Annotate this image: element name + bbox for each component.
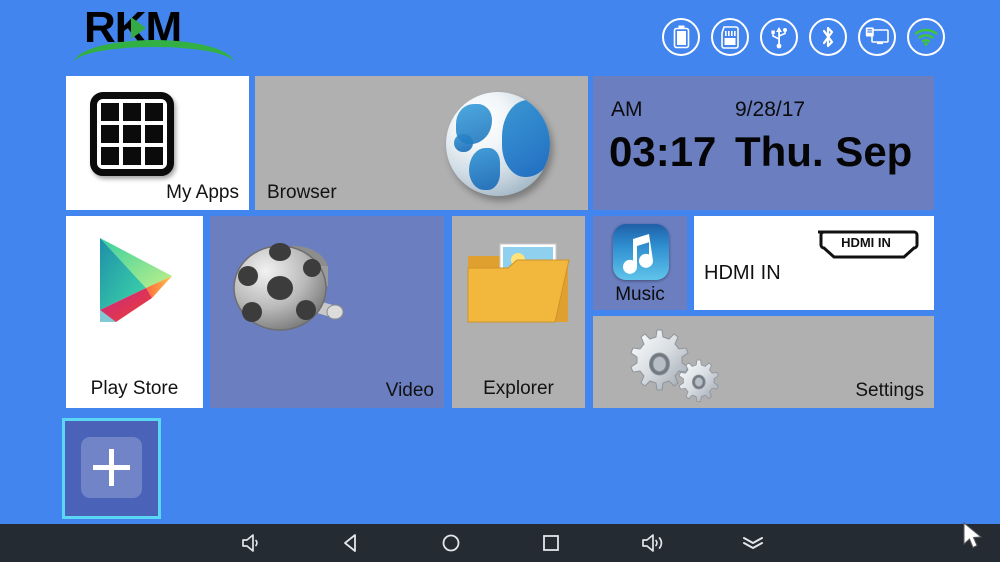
gears-icon <box>630 329 719 402</box>
sd-card-icon[interactable] <box>711 18 749 56</box>
tile-label-browser: Browser <box>267 182 337 203</box>
clock-day-month: Thu. Sep <box>735 128 913 175</box>
wifi-icon[interactable] <box>907 18 945 56</box>
launcher-screen: RKM My Apps Browser AM 9/28/17 03:17 Thu… <box>0 0 1000 562</box>
rkm-logo: RKM <box>74 6 234 62</box>
play-store-icon <box>100 238 172 322</box>
tile-play-store[interactable]: Play Store <box>66 216 203 408</box>
clock-meridiem: AM <box>611 98 643 121</box>
mouse-cursor <box>963 522 983 549</box>
hdmi-plug-icon: HDMI IN <box>812 228 920 262</box>
hdmi-plug-text: HDMI IN <box>841 235 891 250</box>
volume-up-icon[interactable] <box>630 524 676 562</box>
tile-label-my-apps: My Apps <box>166 182 239 203</box>
tile-label-play-store: Play Store <box>90 378 179 399</box>
hide-navbar-icon[interactable] <box>730 524 776 562</box>
ethernet-icon[interactable] <box>858 18 896 56</box>
tile-my-apps[interactable]: My Apps <box>66 76 249 210</box>
navigation-bar <box>0 524 1000 562</box>
clock-date: 9/28/17 <box>735 98 806 121</box>
tile-explorer[interactable]: Explorer <box>452 216 585 408</box>
clock-time: 03:17 <box>609 128 717 175</box>
bluetooth-icon[interactable] <box>809 18 847 56</box>
header-bar: RKM <box>0 0 1000 72</box>
usb-icon[interactable] <box>760 18 798 56</box>
battery-icon[interactable] <box>662 18 700 56</box>
plus-icon <box>81 437 142 498</box>
tile-label-explorer: Explorer <box>483 378 554 399</box>
tile-label-music: Music <box>615 284 665 305</box>
status-icon-tray <box>662 18 945 56</box>
tile-browser[interactable]: Browser <box>255 76 588 210</box>
home-icon[interactable] <box>428 524 474 562</box>
tile-clock[interactable]: AM 9/28/17 03:17 Thu. Sep <box>593 76 934 210</box>
tile-hdmi-in[interactable]: HDMI IN HDMI IN <box>694 216 934 310</box>
tile-settings[interactable]: Settings <box>593 316 934 408</box>
back-icon[interactable] <box>328 524 374 562</box>
tile-label-settings: Settings <box>855 380 924 401</box>
tile-label-video: Video <box>385 380 434 401</box>
volume-down-icon[interactable] <box>228 524 274 562</box>
logo-arc-accent <box>74 36 234 70</box>
add-shortcut-tile[interactable] <box>62 418 161 519</box>
folder-icon <box>467 243 570 323</box>
apps-grid-icon <box>90 92 174 176</box>
film-reel-icon <box>233 243 344 331</box>
tile-label-hdmi-in: HDMI IN <box>704 262 781 284</box>
tile-music[interactable]: Music <box>593 216 687 310</box>
music-note-icon <box>613 224 669 280</box>
tile-video[interactable]: Video <box>210 216 444 408</box>
recents-icon[interactable] <box>528 524 574 562</box>
globe-icon <box>446 92 550 196</box>
